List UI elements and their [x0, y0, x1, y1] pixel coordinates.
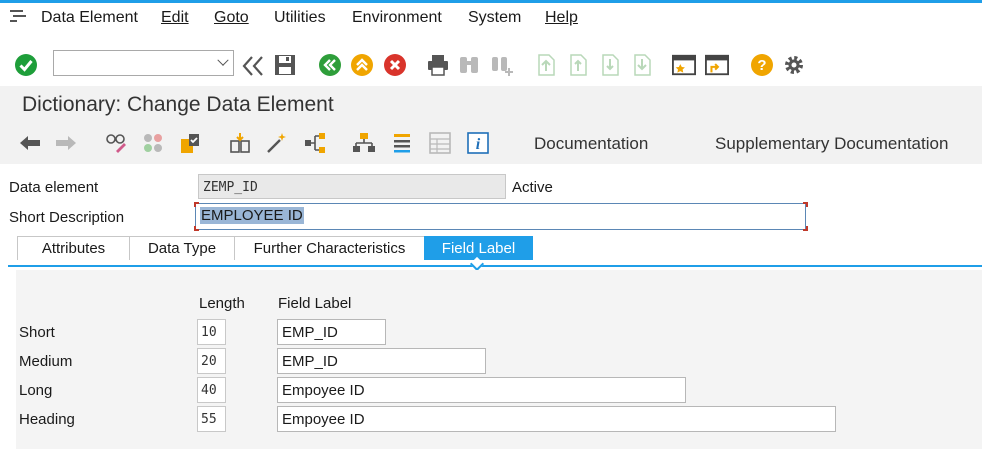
- length-value-long: 40: [201, 383, 217, 398]
- menu-help[interactable]: Help: [545, 9, 578, 27]
- length-value-medium: 20: [201, 354, 217, 369]
- create-session-icon[interactable]: [672, 53, 696, 77]
- previous-page-icon[interactable]: [566, 53, 590, 77]
- arrow-forward-icon[interactable]: [54, 131, 78, 155]
- length-field-medium[interactable]: 20: [197, 348, 226, 374]
- save-icon[interactable]: [273, 53, 297, 77]
- svg-text:?: ?: [757, 57, 766, 74]
- data-element-value: ZEMP_ID: [203, 180, 258, 195]
- active-inactive-icon[interactable]: [141, 131, 165, 155]
- tab-strip: Attributes Data Type Further Characteris…: [0, 233, 982, 272]
- row-label-short: Short: [19, 324, 55, 341]
- title-bar: Dictionary: Change Data Element: [0, 86, 982, 122]
- length-value-short: 10: [201, 325, 217, 340]
- menu-goto[interactable]: Goto: [214, 9, 249, 27]
- data-element-header: Data element ZEMP_ID Active Short Descri…: [0, 164, 982, 232]
- data-element-label: Data element: [9, 179, 99, 196]
- command-field[interactable]: [53, 50, 234, 76]
- last-page-icon[interactable]: [630, 53, 654, 77]
- row-label-medium: Medium: [19, 353, 73, 370]
- label-field-heading[interactable]: Empoyee ID: [277, 406, 836, 432]
- tab-data-type[interactable]: Data Type: [129, 236, 235, 260]
- display-object-list-icon[interactable]: [390, 131, 414, 155]
- short-description-value: EMPLOYEE ID: [200, 207, 304, 224]
- svg-text:i: i: [476, 136, 481, 153]
- status-text: Active: [512, 179, 553, 196]
- back-icon[interactable]: [318, 53, 342, 77]
- supplementary-documentation-button[interactable]: Supplementary Documentation: [715, 134, 948, 154]
- find-next-icon[interactable]: [490, 53, 514, 77]
- short-description-label: Short Description: [9, 209, 125, 226]
- label-value-heading: Empoyee ID: [282, 411, 365, 428]
- data-element-field: ZEMP_ID: [198, 174, 506, 199]
- menu-system[interactable]: System: [468, 9, 521, 27]
- standard-toolbar: ?: [0, 40, 982, 86]
- tab-data-type-label: Data Type: [147, 240, 217, 257]
- display-change-icon[interactable]: [104, 131, 128, 155]
- field-label-column-header: Field Label: [278, 295, 352, 312]
- menu-icon[interactable]: [10, 9, 26, 23]
- menu-edit[interactable]: Edit: [161, 9, 189, 27]
- focus-corner-tr: [803, 202, 808, 207]
- length-field-heading[interactable]: 55: [197, 406, 226, 432]
- menu-data-element[interactable]: Data Element: [41, 9, 138, 27]
- arrow-back-icon[interactable]: [18, 131, 42, 155]
- tab-field-label[interactable]: Field Label: [424, 236, 533, 260]
- application-toolbar: i Documentation Supplementary Documentat…: [0, 122, 982, 164]
- settings-icon[interactable]: [782, 53, 806, 77]
- tab-attributes[interactable]: Attributes: [17, 236, 130, 260]
- tab-field-label-label: Field Label: [441, 240, 516, 257]
- label-field-long[interactable]: Empoyee ID: [277, 377, 686, 403]
- menu-utilities[interactable]: Utilities: [274, 9, 326, 27]
- short-description-field[interactable]: EMPLOYEE ID: [195, 203, 806, 230]
- menu-bar: Data Element Edit Goto Utilities Environ…: [0, 3, 982, 36]
- help-icon[interactable]: ?: [750, 53, 774, 77]
- page-title: Dictionary: Change Data Element: [22, 93, 334, 116]
- menu-edit-label: Edit: [161, 9, 189, 26]
- length-value-heading: 55: [201, 412, 217, 427]
- focus-corner-tl: [194, 202, 199, 207]
- menu-environment[interactable]: Environment: [352, 9, 442, 27]
- focus-corner-bl: [194, 226, 199, 231]
- command-dropdown-icon[interactable]: [217, 54, 229, 66]
- length-column-header: Length: [199, 295, 245, 312]
- cancel-icon[interactable]: [383, 53, 407, 77]
- menu-goto-label: Goto: [214, 9, 249, 26]
- label-value-short: EMP_ID: [282, 324, 338, 341]
- enter-check-icon[interactable]: [14, 53, 38, 77]
- first-page-icon[interactable]: [534, 53, 558, 77]
- row-label-heading: Heading: [19, 411, 75, 428]
- tab-further-characteristics[interactable]: Further Characteristics: [234, 236, 425, 260]
- field-label-panel: Length Field Label Short 10 EMP_ID Mediu…: [16, 270, 982, 449]
- label-value-medium: EMP_ID: [282, 353, 338, 370]
- info-icon[interactable]: i: [466, 131, 490, 155]
- check-object-icon[interactable]: [178, 131, 202, 155]
- length-field-short[interactable]: 10: [197, 319, 226, 345]
- label-value-long: Empoyee ID: [282, 382, 365, 399]
- collapse-toolbar-icon[interactable]: [241, 54, 265, 78]
- label-field-short[interactable]: EMP_ID: [277, 319, 386, 345]
- documentation-button[interactable]: Documentation: [534, 134, 648, 154]
- print-icon[interactable]: [426, 53, 450, 77]
- tab-underline: [8, 265, 982, 267]
- row-label-long: Long: [19, 382, 53, 399]
- exit-icon[interactable]: [350, 53, 374, 77]
- label-field-medium[interactable]: EMP_ID: [277, 348, 486, 374]
- activate-icon[interactable]: [228, 131, 252, 155]
- find-icon[interactable]: [457, 53, 481, 77]
- menu-help-label: Help: [545, 9, 578, 26]
- focus-corner-br: [803, 226, 808, 231]
- tab-attributes-label: Attributes: [41, 240, 106, 257]
- shortcut-icon[interactable]: [705, 53, 729, 77]
- next-page-icon[interactable]: [598, 53, 622, 77]
- magic-wand-icon[interactable]: [265, 131, 289, 155]
- hierarchy-icon[interactable]: [352, 131, 376, 155]
- table-view-icon[interactable]: [428, 131, 452, 155]
- where-used-icon[interactable]: [303, 131, 327, 155]
- length-field-long[interactable]: 40: [197, 377, 226, 403]
- tab-further-characteristics-label: Further Characteristics: [253, 240, 406, 257]
